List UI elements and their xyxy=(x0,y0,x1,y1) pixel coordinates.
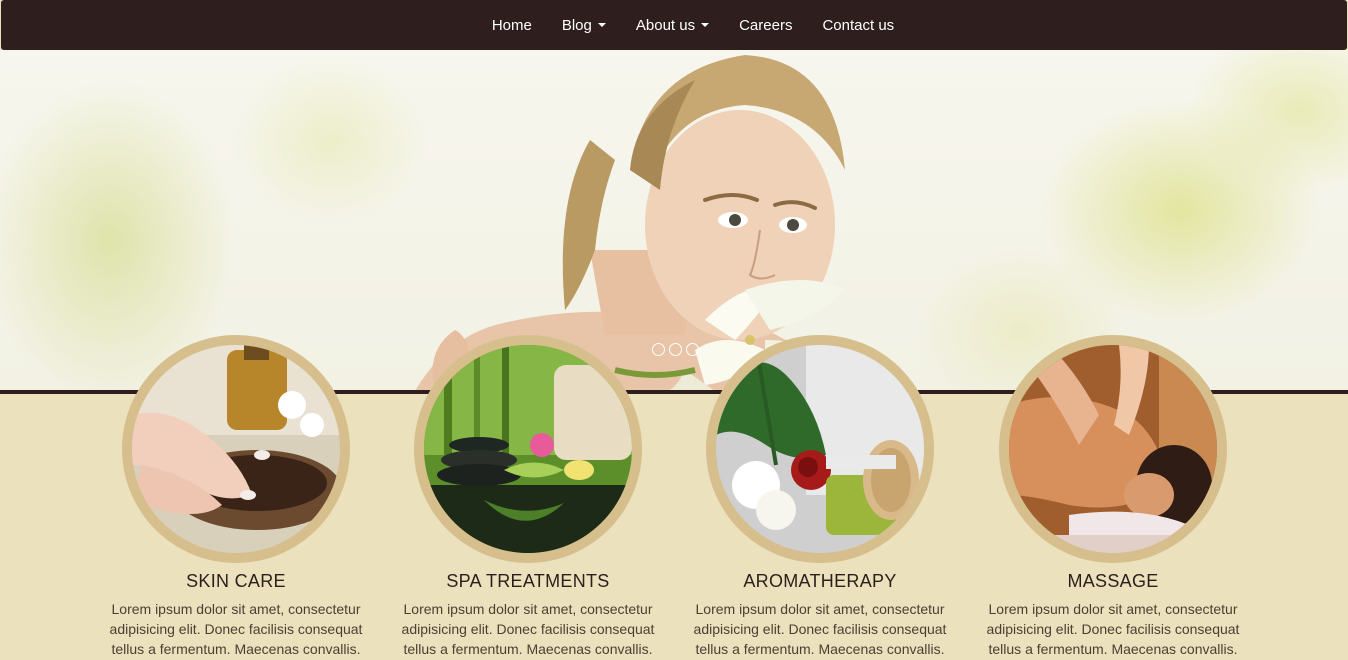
nav-item-blog[interactable]: Blog xyxy=(547,0,621,50)
nav-item-label: About us xyxy=(635,16,696,34)
service-title: MASSAGE xyxy=(1067,571,1159,591)
service-image-ring[interactable] xyxy=(414,335,642,563)
service-massage: MASSAGE Lorem ipsum dolor sit amet, cons… xyxy=(968,335,1258,659)
aromatherapy-image xyxy=(716,345,924,553)
massage-image xyxy=(1009,345,1217,553)
service-description: Lorem ipsum dolor sit amet, consectetur … xyxy=(109,601,363,657)
service-spa-treatments: SPA TREATMENTS Lorem ipsum dolor sit ame… xyxy=(383,335,673,659)
service-description: Lorem ipsum dolor sit amet, consectetur … xyxy=(986,601,1240,657)
nav-item-contact-us[interactable]: Contact us xyxy=(807,0,909,50)
services-section: SKIN CARE Lorem ipsum dolor sit amet, co… xyxy=(0,335,1348,660)
nav-item-label: Blog xyxy=(561,16,592,34)
caret-down-icon xyxy=(701,23,710,27)
service-title: SPA TREATMENTS xyxy=(446,571,610,591)
nav-item-home[interactable]: Home xyxy=(477,0,547,50)
service-description: Lorem ipsum dolor sit amet, consectetur … xyxy=(693,601,947,657)
service-image-ring[interactable] xyxy=(999,335,1227,563)
service-description: Lorem ipsum dolor sit amet, consectetur … xyxy=(401,601,655,657)
service-title: AROMATHERAPY xyxy=(743,571,897,591)
nav-item-label: Contact us xyxy=(822,16,895,34)
spa-treatments-image xyxy=(424,345,632,553)
nav-item-careers[interactable]: Careers xyxy=(724,0,807,50)
service-title: SKIN CARE xyxy=(186,571,286,591)
nav-item-about-us[interactable]: About us xyxy=(621,0,724,50)
caret-down-icon xyxy=(597,23,606,27)
service-aromatherapy: AROMATHERAPY Lorem ipsum dolor sit amet,… xyxy=(675,335,965,659)
service-image-ring[interactable] xyxy=(706,335,934,563)
top-navbar: Home Blog About us Careers Contact us xyxy=(1,0,1347,50)
nav-item-label: Home xyxy=(491,16,532,34)
nav-menu: Home Blog About us Careers Contact us xyxy=(477,0,909,50)
skin-care-image xyxy=(132,345,340,553)
nav-item-label: Careers xyxy=(739,16,793,34)
service-image-ring[interactable] xyxy=(122,335,350,563)
service-skin-care: SKIN CARE Lorem ipsum dolor sit amet, co… xyxy=(91,335,381,659)
